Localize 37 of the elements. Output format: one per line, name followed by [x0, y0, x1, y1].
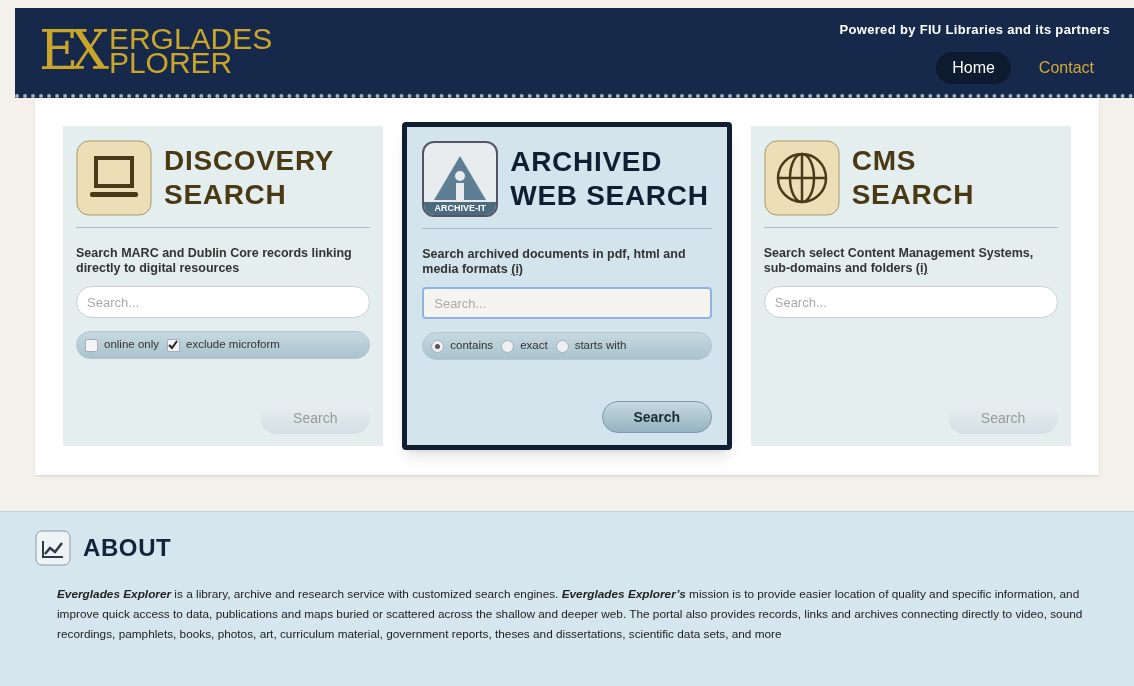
card-description: Search MARC and Dublin Core records linking directly to digital resources [76, 246, 353, 276]
info-link[interactable]: (i) [915, 261, 928, 275]
checkbox[interactable] [167, 338, 180, 352]
card-description: Search archived documents in pdf, html and media formats (i) [422, 247, 687, 277]
line-chart-icon [35, 530, 71, 566]
checkbox[interactable] [85, 338, 98, 352]
search-field[interactable]: Search... [76, 286, 371, 318]
tagline: Powered by FIU Libraries and its partners [839, 21, 1110, 39]
card-title: DISCOVERY [164, 143, 335, 178]
card-title: CMS [851, 143, 918, 178]
archive-logo-icon: ARCHIVE-IT [422, 140, 499, 217]
option-label: contains [450, 338, 494, 354]
search-button[interactable]: Search [601, 401, 712, 433]
logo-text: ERGLADES [108, 27, 273, 51]
nav-link[interactable]: Home [936, 51, 1011, 84]
card-title: WEB SEARCH [510, 178, 709, 213]
globe-icon [763, 139, 840, 216]
info-link[interactable]: (i) [511, 262, 524, 276]
card-description: Search select Content Management Systems, sub-domains and folders (i) [763, 246, 1035, 276]
logo-monogram: EX [39, 24, 101, 78]
logo-text: PLORER [108, 51, 233, 75]
monitor-icon [76, 139, 152, 216]
option-label: starts with [574, 338, 627, 354]
option-label: online only [104, 337, 159, 353]
nav-link[interactable]: Contact [1022, 51, 1110, 84]
card-title: ARCHIVED [510, 144, 664, 179]
radio-button[interactable] [501, 339, 515, 353]
about-paragraph: Everglades Explorer is a library, archive and research service with customized search engines. Everglades Explorer’s mission is to provide easier location of quality and specific information, and improve quick access to data, publications and maps buried or scattered across the shallow and deeper web. The portal also provides records, links and archives connecting directly to video, sound recordings, pamphlets, books, photos, art, curriculum material, government reports, theses and dissertations, scientific data sets, and more [57, 586, 1084, 643]
radio-button[interactable] [555, 339, 569, 353]
option-label: exact [520, 338, 548, 354]
search-field[interactable]: Search... [422, 287, 712, 319]
option-label: exclude microform [186, 337, 280, 353]
search-field[interactable]: Search... [763, 286, 1058, 318]
card-title: SEARCH [164, 177, 288, 212]
section-title: ABOUT [83, 533, 172, 563]
radio-button[interactable] [431, 339, 445, 353]
card-title: SEARCH [851, 177, 975, 212]
